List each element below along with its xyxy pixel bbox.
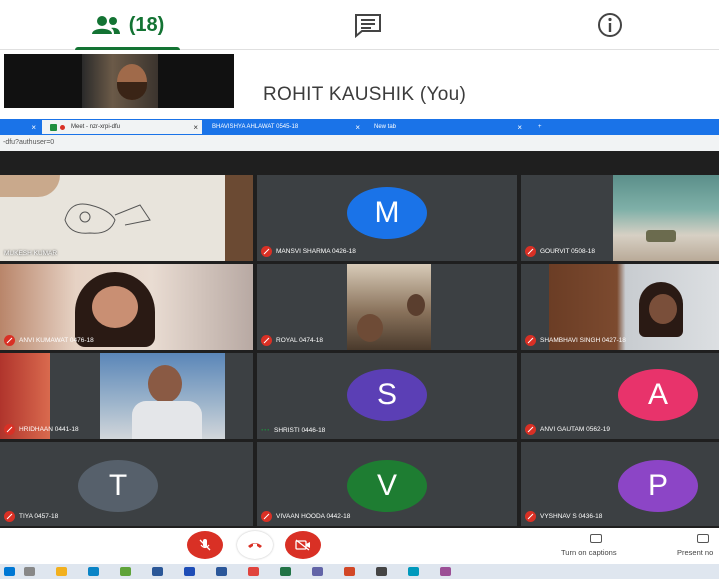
mic-off-icon: [525, 424, 536, 435]
browser-tab-label: New tab: [374, 124, 397, 130]
self-video-thumbnail: [4, 54, 234, 108]
windows-start-icon[interactable]: [4, 567, 15, 576]
close-icon[interactable]: ×: [355, 123, 360, 132]
meet-favicon-icon: [50, 123, 57, 131]
captions-button-label[interactable]: Turn on captions: [561, 548, 617, 557]
photoshop-icon[interactable]: [184, 567, 195, 576]
file-explorer-icon[interactable]: [56, 567, 67, 576]
plus-icon: +: [538, 124, 542, 130]
camera-off-icon: [295, 539, 310, 551]
mic-off-icon: [261, 511, 272, 522]
leave-call-button[interactable]: [237, 531, 273, 559]
participant-name: ROYAL 0474-18: [276, 337, 323, 344]
self-participant-row: ROHIT KAUSHIK (You): [0, 50, 719, 116]
address-bar[interactable]: -dfu?authuser=0: [0, 135, 719, 151]
participant-name: SHRISTI 0446-18: [274, 426, 326, 434]
participant-tile[interactable]: MUKESH KUMAR: [0, 175, 253, 261]
calculator-icon[interactable]: [376, 567, 387, 576]
participant-name: VIVAAN HOODA 0442-18: [276, 513, 351, 520]
avatar: T: [78, 460, 158, 512]
participant-tile[interactable]: GOURVIT 0508-18: [521, 175, 719, 261]
participant-tile[interactable]: HRIDHAAN 0441-18: [0, 353, 253, 439]
camera-toggle-button[interactable]: [285, 531, 321, 559]
speaking-indicator-icon: ···: [261, 425, 270, 435]
new-tab-button[interactable]: +: [530, 120, 544, 134]
browser-tab-bhavishya[interactable]: BHAVISHYA AHLAWAT 0545-18 ×: [204, 120, 364, 134]
chat-icon: [354, 14, 381, 38]
present-button-label[interactable]: Present no: [677, 548, 713, 557]
mic-off-icon: [4, 511, 15, 522]
hang-up-icon: [248, 543, 262, 548]
participant-name: GOURVIT 0508-18: [540, 248, 596, 255]
drawing-sketch: [64, 203, 151, 234]
participant-tile[interactable]: ANVI KUMAWAT 0476-18: [0, 264, 253, 350]
captions-icon[interactable]: [590, 534, 602, 543]
meet-screen: (18) ROHIT KAUSHIK (You) × Meet - nzr-xr…: [0, 0, 719, 579]
mic-off-icon: [4, 335, 15, 346]
participant-tile[interactable]: SHAMBHAVI SINGH 0427-18: [521, 264, 719, 350]
people-count: (18): [128, 13, 165, 36]
participant-tile[interactable]: ROYAL 0474-18: [257, 264, 517, 350]
participant-tile[interactable]: M MANSVI SHARMA 0426-18: [257, 175, 517, 261]
mic-off-icon: [261, 335, 272, 346]
teams-icon[interactable]: [312, 567, 323, 576]
word-icon[interactable]: [216, 567, 227, 576]
record-dot-icon: [60, 124, 65, 130]
participant-name: ANVI KUMAWAT 0476-18: [19, 337, 94, 344]
browser-tab-new[interactable]: New tab ×: [366, 120, 526, 134]
participant-name: MANSVI SHARMA 0426-18: [276, 248, 356, 255]
participant-tile[interactable]: P VYSHNAV S 0436-18: [521, 442, 719, 526]
powerpoint-icon[interactable]: [344, 567, 355, 576]
participant-name: SHAMBHAVI SINGH 0427-18: [540, 337, 626, 344]
mail-icon[interactable]: [152, 567, 163, 576]
participant-name: ANVI GAUTAM 0562-19: [540, 426, 610, 433]
participant-tile[interactable]: T TIYA 0457-18: [0, 442, 253, 526]
store-icon[interactable]: [120, 567, 131, 576]
avatar: M: [347, 187, 427, 239]
browser-tab-meet[interactable]: Meet - nzr-xrpi-dfu ×: [42, 120, 202, 134]
tab-people[interactable]: (18): [75, 0, 180, 50]
info-icon: [598, 13, 622, 37]
avatar: V: [347, 460, 427, 512]
chrome-icon[interactable]: [248, 567, 259, 576]
app-icon[interactable]: [408, 567, 419, 576]
browser-tab-label: BHAVISHYA AHLAWAT 0545-18: [212, 124, 299, 130]
close-icon[interactable]: ×: [193, 123, 198, 132]
avatar: A: [618, 369, 698, 421]
participant-tile[interactable]: A ANVI GAUTAM 0562-19: [521, 353, 719, 439]
os-taskbar: [0, 564, 719, 579]
call-controls: Turn on captions Present no: [0, 528, 719, 564]
present-icon[interactable]: [697, 534, 709, 543]
shared-browser-tabstrip: × Meet - nzr-xrpi-dfu × BHAVISHYA AHLAWA…: [0, 119, 719, 135]
app-icon[interactable]: [440, 567, 451, 576]
participant-name: HRIDHAAN 0441-18: [19, 426, 79, 433]
participant-name: VYSHNAV S 0436-18: [540, 513, 603, 520]
tab-info[interactable]: [590, 0, 630, 50]
participant-tile[interactable]: V VIVAAN HOODA 0442-18: [257, 442, 517, 526]
excel-icon[interactable]: [280, 567, 291, 576]
browser-tab-label: Meet - nzr-xrpi-dfu: [71, 124, 121, 130]
mic-off-icon: [525, 335, 536, 346]
participant-name: TIYA 0457-18: [19, 513, 59, 520]
people-icon: [91, 16, 120, 34]
mic-off-icon: [525, 246, 536, 257]
mic-off-icon: [199, 539, 211, 551]
participant-name: MUKESH KUMAR: [4, 250, 58, 257]
mic-off-icon: [525, 511, 536, 522]
tab-chat[interactable]: [345, 0, 390, 50]
mic-off-icon: [4, 424, 15, 435]
mic-toggle-button[interactable]: [187, 531, 223, 559]
edge-icon[interactable]: [88, 567, 99, 576]
self-name: ROHIT KAUSHIK (You): [263, 84, 467, 105]
task-view-icon[interactable]: [24, 567, 35, 576]
avatar: P: [618, 460, 698, 512]
mic-off-icon: [261, 246, 272, 257]
browser-tab-prev[interactable]: ×: [0, 120, 40, 134]
panel-tabs: (18): [0, 0, 719, 50]
close-icon[interactable]: ×: [517, 123, 522, 132]
avatar: S: [347, 369, 427, 421]
participant-tile[interactable]: S ··· SHRISTI 0446-18: [257, 353, 517, 439]
